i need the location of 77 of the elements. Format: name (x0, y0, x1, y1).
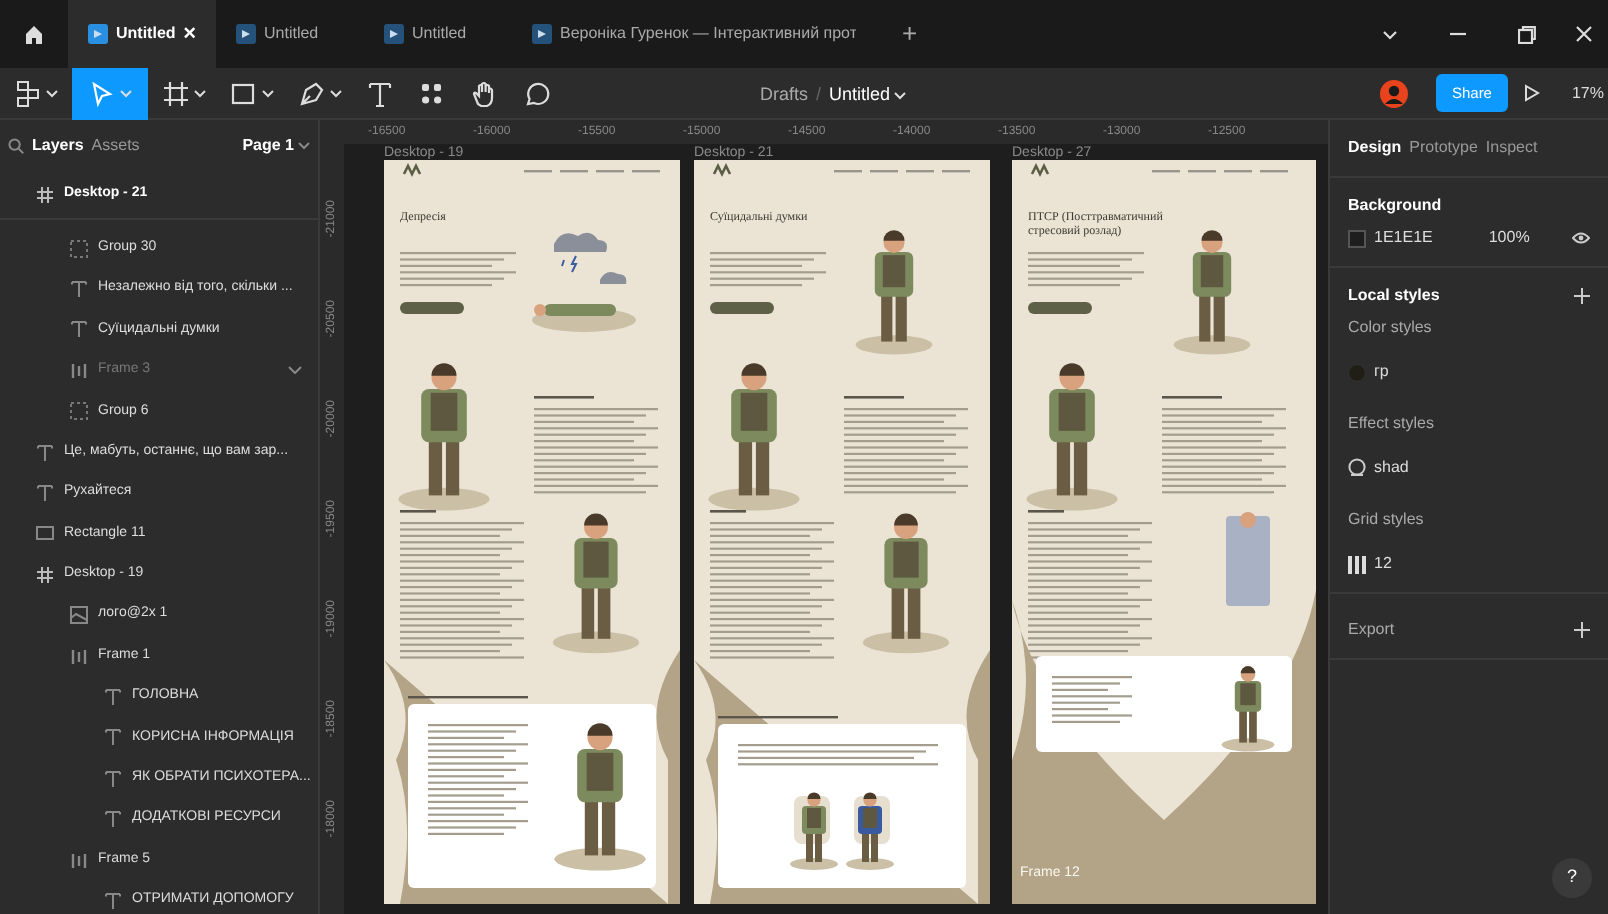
zoom-button[interactable]: 17% (1571, 81, 1604, 105)
new-tab-button[interactable]: + (882, 0, 938, 68)
search-icon[interactable] (8, 138, 24, 154)
text-tool-icon (366, 79, 394, 107)
style-name[interactable]: shad (1374, 456, 1409, 480)
file-tab[interactable]: Веронiка Гуренок — Інтерактивний прот (512, 0, 882, 68)
section-subtitle: Grid styles (1348, 508, 1426, 532)
breadcrumb-separator: / (816, 82, 822, 108)
effect-style-icon[interactable] (1348, 458, 1366, 478)
breadcrumb-folder[interactable]: Drafts (760, 82, 809, 109)
main-menu-icon (14, 79, 42, 107)
section-title: Export (1348, 618, 1395, 642)
style-name[interactable]: гр (1374, 360, 1389, 384)
restore-icon[interactable] (1517, 25, 1535, 43)
grid-style-icon[interactable] (1348, 555, 1366, 573)
frame-icon (36, 186, 54, 204)
plus-icon[interactable] (1574, 288, 1590, 304)
hand-icon (470, 79, 498, 107)
section-subtitle: Color styles (1348, 316, 1434, 340)
play-icon[interactable] (1523, 84, 1540, 102)
group-icon (70, 402, 88, 421)
panel-tab[interactable]: Inspect (1485, 136, 1538, 160)
resources-icon (418, 79, 446, 107)
text-layer-icon (104, 728, 122, 747)
comment-icon (522, 79, 550, 107)
pen-icon (298, 79, 326, 107)
caret-icon (298, 142, 310, 150)
panel-tab[interactable]: Layers (32, 134, 84, 158)
panel-tab[interactable]: Design (1348, 136, 1402, 160)
image-layer-icon (70, 606, 88, 625)
home-icon[interactable] (22, 22, 46, 46)
avatar-icon[interactable] (1379, 79, 1408, 107)
color-swatch[interactable] (1348, 229, 1366, 247)
section-subtitle: Effect styles (1348, 412, 1436, 436)
file-icon (384, 24, 404, 44)
style-name[interactable]: 12 (1374, 552, 1392, 576)
eye-icon[interactable] (1572, 232, 1590, 244)
file-tab[interactable]: Untitled (216, 0, 364, 68)
text-layer-icon (36, 443, 54, 462)
text-layer-icon (70, 320, 88, 339)
text-layer-icon (70, 280, 88, 299)
color-hex-field[interactable]: 1E1E1E (1374, 226, 1433, 250)
auto-layout-icon (70, 361, 88, 380)
text-layer-icon (104, 687, 122, 706)
file-name-button[interactable]: Untitled (829, 82, 907, 109)
opacity-field[interactable]: 100% (1488, 226, 1530, 250)
rectangle-icon (230, 79, 258, 107)
file-tab[interactable]: Untitled × (68, 0, 216, 68)
auto-layout-icon (70, 647, 88, 666)
chevron-down-icon[interactable] (1382, 29, 1398, 39)
minimize-icon[interactable] (1450, 32, 1466, 36)
file-tab[interactable]: Untitled (364, 0, 512, 68)
rectangle-layer-icon (36, 524, 54, 543)
frame-tool-icon (162, 79, 190, 107)
panel-tab[interactable]: Assets (91, 134, 140, 158)
section-title: Background (1348, 194, 1444, 218)
caret-icon (894, 91, 907, 100)
file-icon (532, 24, 552, 44)
frame-icon (36, 565, 54, 584)
section-title: Local styles (1348, 284, 1440, 308)
file-icon (88, 24, 108, 44)
panel-tab[interactable]: Prototype (1409, 136, 1478, 160)
text-layer-icon (104, 810, 122, 829)
chevron-icon (288, 366, 302, 375)
text-layer-icon (36, 484, 54, 503)
page-selector[interactable]: Page 1 (242, 134, 310, 158)
auto-layout-icon (70, 851, 88, 870)
plus-icon[interactable] (1574, 622, 1590, 638)
close-tab-button[interactable]: × (183, 17, 196, 51)
close-icon[interactable] (1576, 26, 1592, 42)
text-layer-icon (104, 891, 122, 910)
color-style-swatch[interactable] (1348, 363, 1366, 381)
pointer-icon (88, 79, 116, 107)
file-icon (236, 24, 256, 44)
help-button[interactable]: ? (1552, 858, 1592, 898)
text-layer-icon (104, 769, 122, 788)
group-icon (70, 239, 88, 258)
